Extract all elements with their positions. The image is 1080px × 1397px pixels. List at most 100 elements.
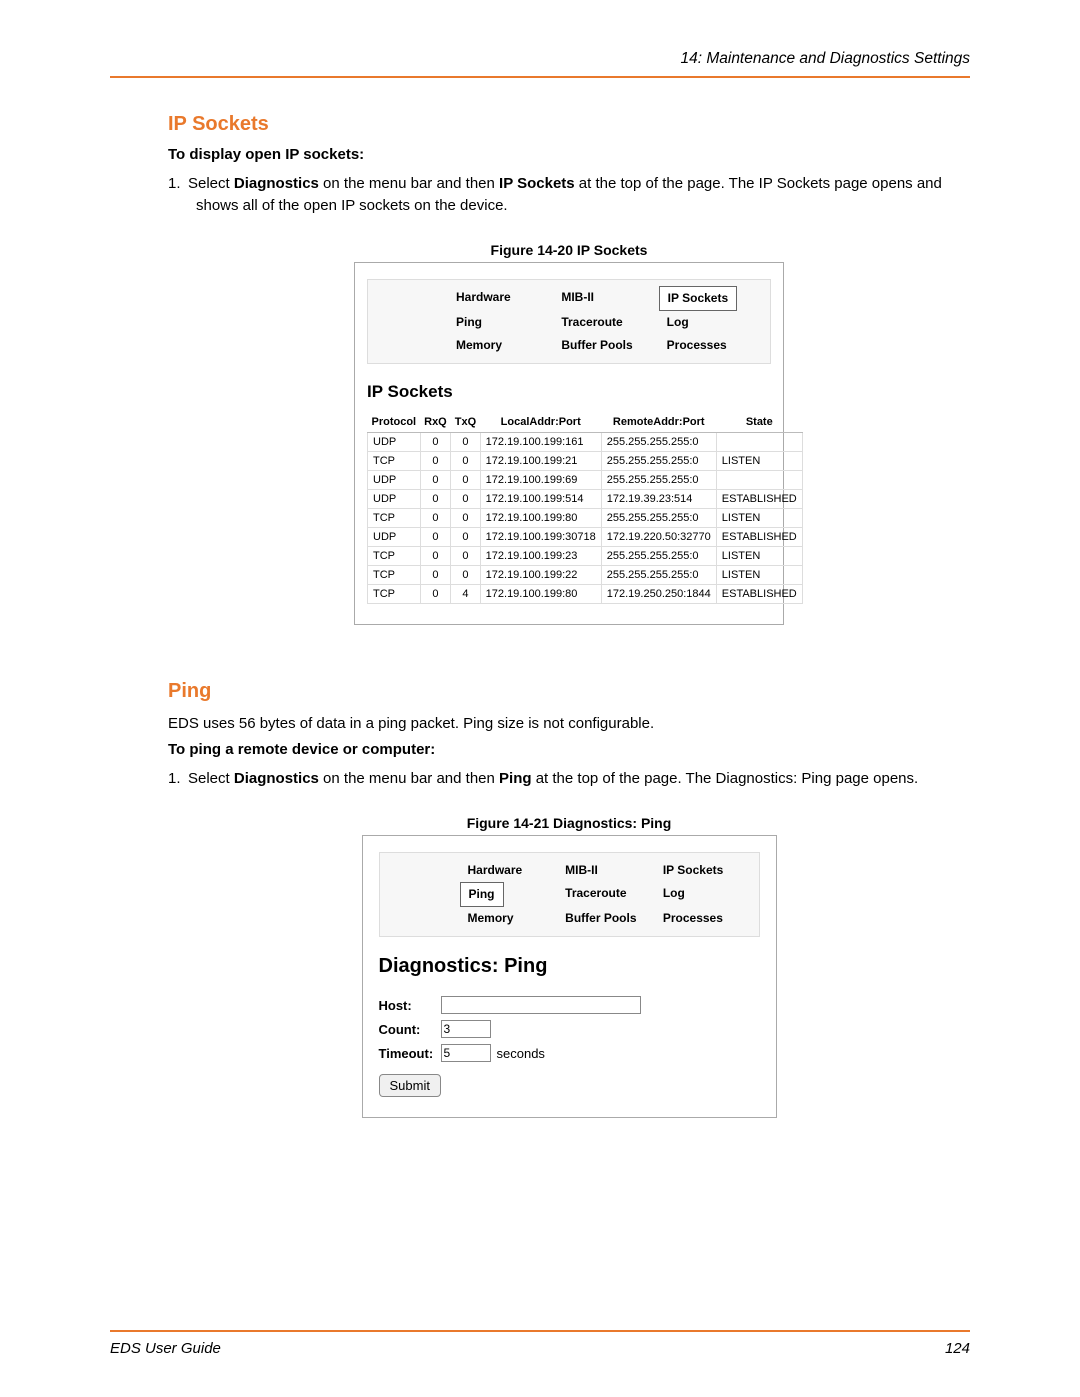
col-state: State	[716, 412, 802, 433]
tab-mib-ii[interactable]: MIB-II	[557, 859, 655, 882]
cell-protocol: UDP	[368, 490, 421, 509]
tab-traceroute[interactable]: Traceroute	[553, 311, 658, 334]
cell-rxq: 0	[420, 547, 451, 566]
table-row: TCP00172.19.100.199:22255.255.255.255:0L…	[368, 566, 803, 585]
cell-local: 172.19.100.199:23	[480, 547, 601, 566]
cell-remote: 255.255.255.255:0	[601, 566, 716, 585]
cell-txq: 0	[451, 433, 480, 452]
cell-remote: 172.19.39.23:514	[601, 490, 716, 509]
host-label: Host:	[379, 998, 441, 1013]
page-footer: EDS User Guide 124	[110, 1330, 970, 1357]
timeout-input[interactable]	[441, 1044, 491, 1062]
cell-state: LISTEN	[716, 509, 802, 528]
cell-txq: 0	[451, 509, 480, 528]
cell-protocol: UDP	[368, 471, 421, 490]
table-row: UDP00172.19.100.199:161255.255.255.255:0	[368, 433, 803, 452]
host-input[interactable]	[441, 996, 641, 1014]
tab-buffer-pools[interactable]: Buffer Pools	[557, 907, 655, 930]
cell-local: 172.19.100.199:80	[480, 585, 601, 604]
tab-bar: Hardware MIB-II IP Sockets Ping Tracerou…	[367, 279, 771, 365]
cell-rxq: 0	[420, 452, 451, 471]
cell-protocol: TCP	[368, 452, 421, 471]
cell-local: 172.19.100.199:22	[480, 566, 601, 585]
cell-remote: 255.255.255.255:0	[601, 547, 716, 566]
subheading-ping-remote: To ping a remote device or computer:	[168, 741, 970, 758]
cell-txq: 0	[451, 566, 480, 585]
tab-buffer-pools[interactable]: Buffer Pools	[553, 334, 658, 357]
ip-sockets-table: Protocol RxQ TxQ LocalAddr:Port RemoteAd…	[367, 412, 803, 604]
cell-local: 172.19.100.199:161	[480, 433, 601, 452]
col-txq: TxQ	[451, 412, 480, 433]
tab-mib-ii[interactable]: MIB-II	[553, 286, 658, 309]
step-1-ping: 1.Select Diagnostics on the menu bar and…	[168, 768, 970, 790]
col-protocol: Protocol	[368, 412, 421, 433]
cell-local: 172.19.100.199:69	[480, 471, 601, 490]
cell-txq: 0	[451, 452, 480, 471]
section-ping-title: Ping	[168, 680, 970, 703]
tab-log[interactable]: Log	[659, 311, 764, 334]
tab-hardware[interactable]: Hardware	[448, 286, 553, 309]
figure-21: Hardware MIB-II IP Sockets Ping Tracerou…	[362, 835, 777, 1119]
cell-state: LISTEN	[716, 547, 802, 566]
tab-ping[interactable]: Ping	[460, 882, 504, 907]
col-rxq: RxQ	[420, 412, 451, 433]
cell-rxq: 0	[420, 490, 451, 509]
cell-local: 172.19.100.199:80	[480, 509, 601, 528]
count-input[interactable]	[441, 1020, 491, 1038]
step-number: 1.	[168, 768, 188, 790]
cell-local: 172.19.100.199:21	[480, 452, 601, 471]
submit-button[interactable]: Submit	[379, 1074, 441, 1097]
cell-protocol: TCP	[368, 566, 421, 585]
cell-txq: 0	[451, 471, 480, 490]
cell-protocol: TCP	[368, 547, 421, 566]
cell-rxq: 0	[420, 471, 451, 490]
cell-rxq: 0	[420, 566, 451, 585]
step-number: 1.	[168, 173, 188, 195]
cell-protocol: TCP	[368, 509, 421, 528]
timeout-label: Timeout:	[379, 1046, 441, 1061]
cell-state: ESTABLISHED	[716, 490, 802, 509]
figure-21-label: Figure 14-21 Diagnostics: Ping	[168, 815, 970, 831]
cell-rxq: 0	[420, 509, 451, 528]
tab-ip-sockets[interactable]: IP Sockets	[655, 859, 753, 882]
panel-title-ping: Diagnostics: Ping	[379, 955, 760, 978]
col-remote: RemoteAddr:Port	[601, 412, 716, 433]
step-1-ip-sockets: 1.Select Diagnostics on the menu bar and…	[168, 173, 970, 217]
cell-txq: 4	[451, 585, 480, 604]
subheading-display-sockets: To display open IP sockets:	[168, 146, 970, 163]
tab-log[interactable]: Log	[655, 882, 753, 905]
cell-txq: 0	[451, 528, 480, 547]
table-row: TCP00172.19.100.199:80255.255.255.255:0L…	[368, 509, 803, 528]
footer-guide: EDS User Guide	[110, 1340, 221, 1357]
cell-state: LISTEN	[716, 566, 802, 585]
tab-ip-sockets[interactable]: IP Sockets	[659, 286, 737, 311]
cell-state: ESTABLISHED	[716, 585, 802, 604]
table-row: TCP04172.19.100.199:80172.19.250.250:184…	[368, 585, 803, 604]
ping-intro: EDS uses 56 bytes of data in a ping pack…	[168, 713, 970, 735]
tab-processes[interactable]: Processes	[659, 334, 764, 357]
table-row: TCP00172.19.100.199:21255.255.255.255:0L…	[368, 452, 803, 471]
section-ip-sockets-title: IP Sockets	[168, 113, 970, 136]
tab-memory[interactable]: Memory	[460, 907, 558, 930]
cell-remote: 172.19.250.250:1844	[601, 585, 716, 604]
cell-rxq: 0	[420, 585, 451, 604]
tab-traceroute[interactable]: Traceroute	[557, 882, 655, 905]
table-row: TCP00172.19.100.199:23255.255.255.255:0L…	[368, 547, 803, 566]
cell-protocol: UDP	[368, 433, 421, 452]
cell-state	[716, 471, 802, 490]
footer-page-number: 124	[945, 1340, 970, 1357]
cell-local: 172.19.100.199:514	[480, 490, 601, 509]
cell-state	[716, 433, 802, 452]
cell-remote: 255.255.255.255:0	[601, 509, 716, 528]
tab-hardware[interactable]: Hardware	[460, 859, 558, 882]
cell-remote: 255.255.255.255:0	[601, 471, 716, 490]
tab-ping[interactable]: Ping	[448, 311, 553, 334]
cell-remote: 255.255.255.255:0	[601, 452, 716, 471]
tab-memory[interactable]: Memory	[448, 334, 553, 357]
cell-protocol: TCP	[368, 585, 421, 604]
table-row: UDP00172.19.100.199:69255.255.255.255:0	[368, 471, 803, 490]
tab-processes[interactable]: Processes	[655, 907, 753, 930]
figure-20-label: Figure 14-20 IP Sockets	[168, 242, 970, 258]
cell-rxq: 0	[420, 433, 451, 452]
cell-protocol: UDP	[368, 528, 421, 547]
